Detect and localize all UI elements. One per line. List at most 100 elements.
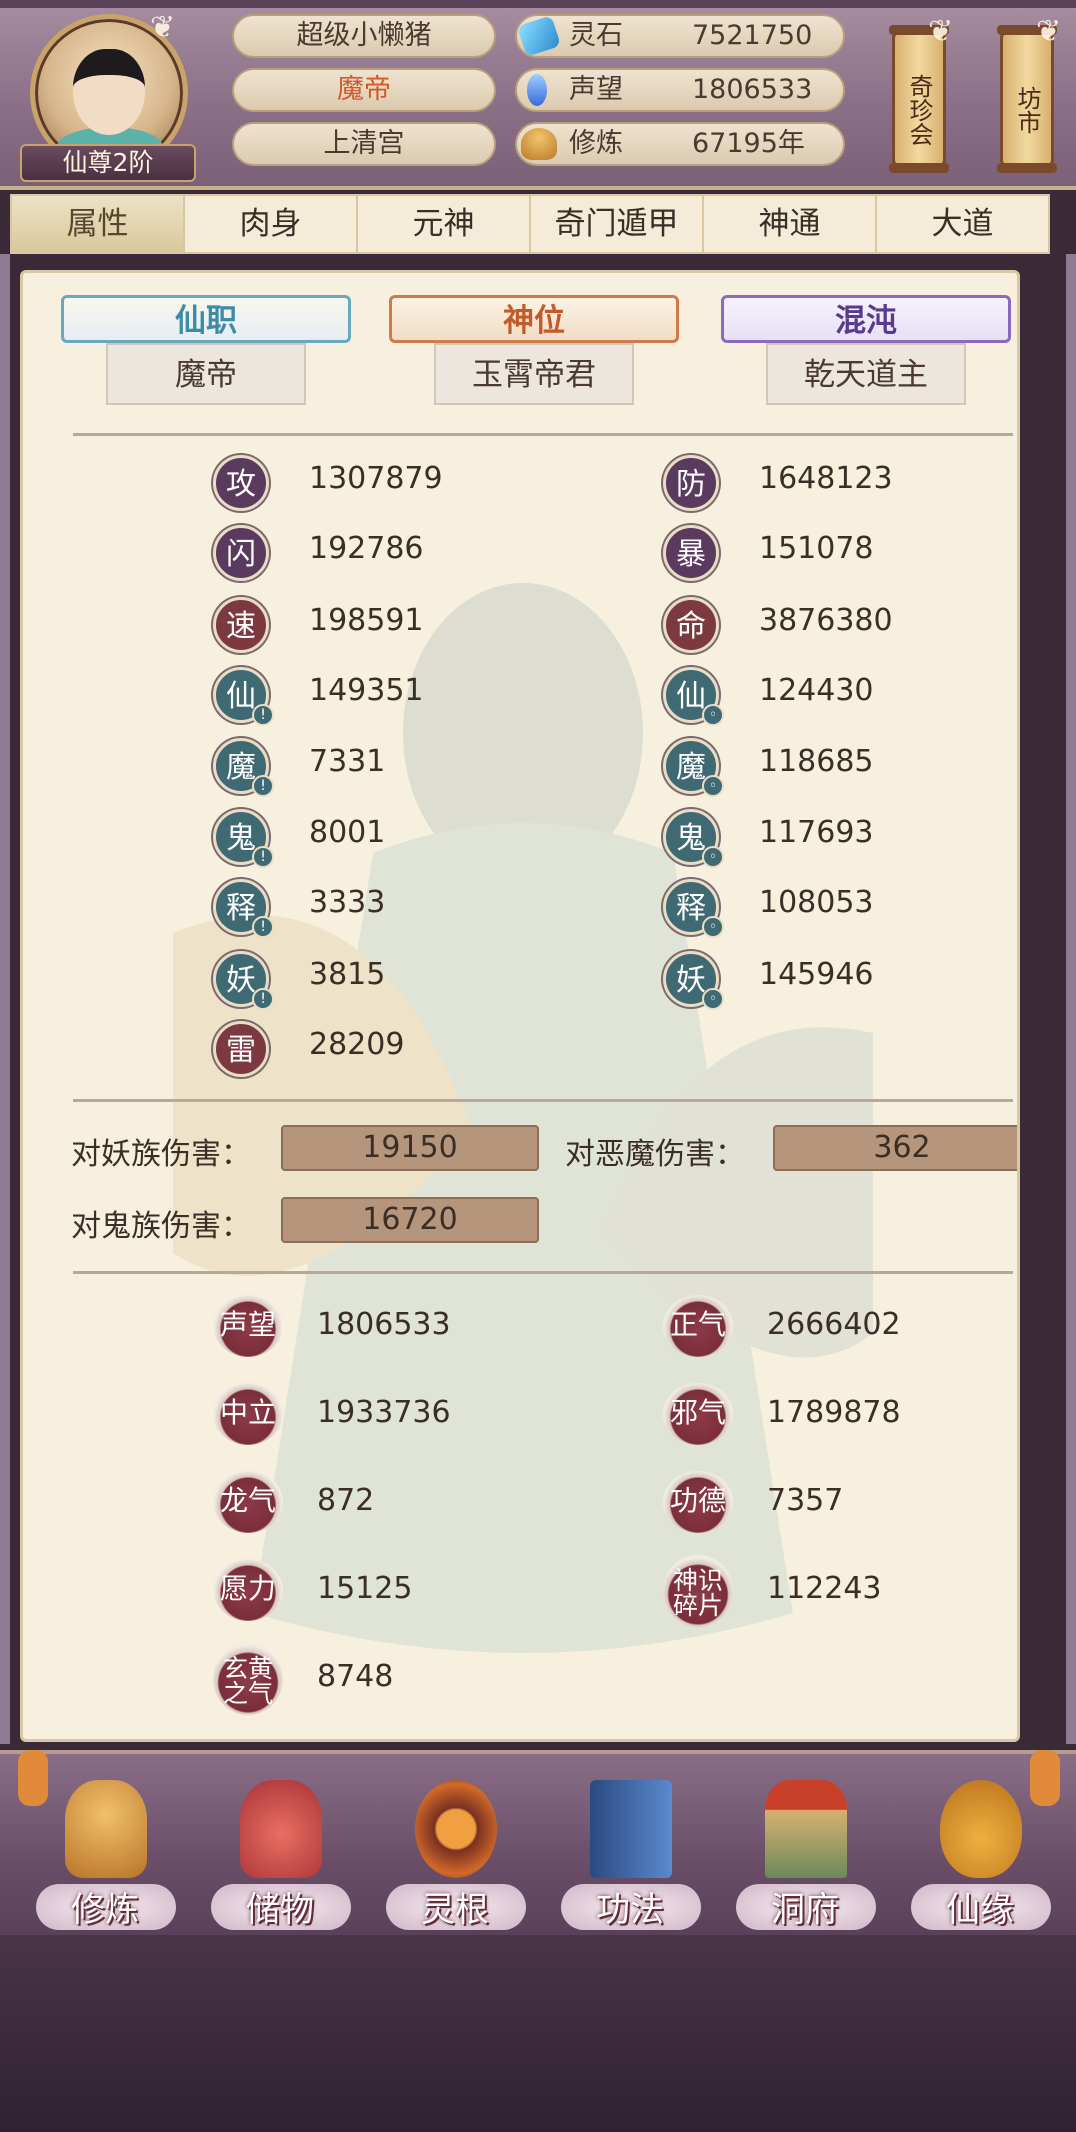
- cave-palace-icon: [765, 1780, 847, 1878]
- dodge-icon: 闪: [213, 525, 269, 581]
- title-tag-immortal-post: 仙职: [61, 295, 351, 343]
- stat-value: 8001: [309, 815, 386, 850]
- demon-defense-icon: 魔 ◦: [663, 738, 724, 797]
- stat-value: 149351: [309, 673, 424, 708]
- butterfly-icon: ❦: [150, 10, 176, 45]
- rank-badge: 仙尊2阶: [20, 144, 196, 182]
- stat-value: 118685: [759, 744, 874, 779]
- stat-value: 124430: [759, 673, 874, 708]
- stat-glyph: 仙: [676, 679, 706, 714]
- tab-body[interactable]: 肉身: [185, 196, 358, 252]
- market-button[interactable]: 坊市: [997, 25, 1057, 173]
- stat-value: 7331: [309, 744, 386, 779]
- attribute-value-neutral: 1933736: [317, 1395, 451, 1430]
- bottom-bar: [0, 1935, 1076, 2132]
- nav-spirit-root[interactable]: 灵根: [380, 1772, 530, 1932]
- attack-mini-icon: !: [252, 775, 274, 797]
- tab-divine-powers[interactable]: 神通: [704, 196, 877, 252]
- damage-label-demon: 对恶魔伤害：: [565, 1137, 745, 1172]
- lantern-icon: [1030, 1750, 1060, 1806]
- butterfly-icon: ❦: [928, 14, 954, 49]
- stat-demon-attack: 魔! 7331: [213, 738, 513, 797]
- stat-value: 3815: [309, 957, 386, 992]
- thunder-icon: 雷: [213, 1021, 269, 1077]
- nav-cultivate[interactable]: 修炼: [30, 1772, 180, 1932]
- tab-great-dao[interactable]: 大道: [877, 196, 1048, 252]
- shield-mini-icon: ◦: [702, 775, 724, 797]
- stat-glyph: 鬼: [676, 821, 706, 856]
- tab-qimen[interactable]: 奇门遁甲: [531, 196, 704, 252]
- stat-value: 108053: [759, 885, 874, 920]
- meditation-icon: [521, 128, 557, 160]
- stat-value: 3333: [309, 885, 386, 920]
- nav-storage[interactable]: 储物: [205, 1772, 355, 1932]
- stat-value: 1307879: [309, 461, 443, 496]
- stat-glyph: 魔: [226, 750, 256, 785]
- nav-cave-palace[interactable]: 洞府: [730, 1772, 880, 1932]
- stat-attack: 攻 1307879: [213, 455, 513, 511]
- nav-label: 仙缘: [946, 1890, 1014, 1930]
- critical-icon: 暴: [663, 525, 719, 581]
- tab-attributes[interactable]: 属性: [12, 196, 185, 252]
- damage-value-ghost: 16720: [281, 1197, 539, 1243]
- resource-label: 灵石: [569, 20, 623, 51]
- title-value-chaos: 乾天道主: [766, 343, 966, 405]
- stat-dodge: 闪 192786: [213, 525, 513, 581]
- stat-ghost-attack: 鬼! 8001: [213, 809, 513, 868]
- title-tag-chaos: 混沌: [721, 295, 1011, 343]
- resource-reputation: 声望 1806533: [515, 68, 845, 112]
- stat-immortal-defense: 仙 ◦ 124430: [663, 667, 983, 726]
- stat-monster-defense: 妖 ◦ 145946: [663, 951, 983, 1010]
- tab-spirit[interactable]: 元神: [358, 196, 531, 252]
- shield-mini-icon: ◦: [702, 916, 724, 938]
- player-header: ❦ 仙尊2阶 超级小懒猪 魔帝 上清宫 灵石 7521750 声望 180653…: [0, 0, 1076, 190]
- stat-thunder: 雷 28209: [213, 1021, 513, 1077]
- monster-defense-icon: 妖 ◦: [663, 951, 724, 1010]
- attribute-tabs: 属性 肉身 元神 奇门遁甲 神通 大道: [10, 194, 1050, 254]
- player-name: 超级小懒猪: [232, 14, 496, 58]
- damage-label-ghost: 对鬼族伤害：: [71, 1209, 251, 1244]
- stat-monster-attack: 妖! 3815: [213, 951, 513, 1010]
- damage-label-monster: 对妖族伤害：: [71, 1137, 251, 1172]
- willpower-cloud-icon: 愿力: [213, 1559, 283, 1621]
- spirit-stone-icon: [516, 15, 562, 57]
- stat-glyph: 妖: [676, 963, 706, 998]
- title-tag-divine-rank: 神位: [389, 295, 679, 343]
- damage-value-demon: 362: [773, 1125, 1017, 1171]
- nav-techniques[interactable]: 功法: [555, 1772, 705, 1932]
- stat-value: 3876380: [759, 603, 893, 638]
- monk-icon: [65, 1780, 147, 1878]
- attribute-value-soul-fragment: 112243: [767, 1571, 882, 1606]
- nav-label: 洞府: [771, 1890, 839, 1930]
- divider: [73, 1099, 1013, 1102]
- dragon-qi-cloud-icon: 龙气: [213, 1471, 283, 1533]
- reputation-cloud-icon: 声望: [213, 1295, 283, 1357]
- stat-demon-defense: 魔 ◦ 118685: [663, 738, 983, 797]
- player-title: 魔帝: [232, 68, 496, 112]
- stat-defense: 防 1648123: [663, 455, 983, 511]
- attribute-panel: 仙职 魔帝 神位 玉霄帝君 混沌 乾天道主 攻 1307879 闪 192786…: [20, 270, 1020, 1742]
- resource-value: 1806533: [692, 74, 813, 105]
- stat-value: 117693: [759, 815, 874, 850]
- butterfly-icon: ❦: [1036, 14, 1062, 49]
- lantern-icon: [18, 1750, 48, 1806]
- nav-label: 功法: [596, 1890, 664, 1930]
- treasure-auction-button[interactable]: 奇珍会: [889, 25, 949, 173]
- attack-mini-icon: !: [252, 846, 274, 868]
- immortal-attack-icon: 仙!: [213, 667, 274, 726]
- spirit-root-icon: [415, 1780, 497, 1878]
- stat-value: 151078: [759, 531, 874, 566]
- evil-qi-cloud-icon: 邪气: [663, 1383, 733, 1445]
- soul-fragment-cloud-icon: 神识碎片: [663, 1555, 733, 1627]
- shield-mini-icon: ◦: [702, 988, 724, 1010]
- avatar-face: [73, 49, 145, 135]
- xuanhuang-qi-cloud-icon: 玄黄之气: [213, 1643, 283, 1715]
- shield-mini-icon: ◦: [702, 704, 724, 726]
- shield-mini-icon: ◦: [702, 846, 724, 868]
- merit-cloud-icon: 功德: [663, 1471, 733, 1533]
- nav-label: 储物: [246, 1890, 314, 1930]
- ghost-defense-icon: 鬼 ◦: [663, 809, 724, 868]
- nav-label: 灵根: [421, 1890, 489, 1930]
- stat-glyph: 魔: [676, 750, 706, 785]
- frame-border-left: [0, 254, 10, 1744]
